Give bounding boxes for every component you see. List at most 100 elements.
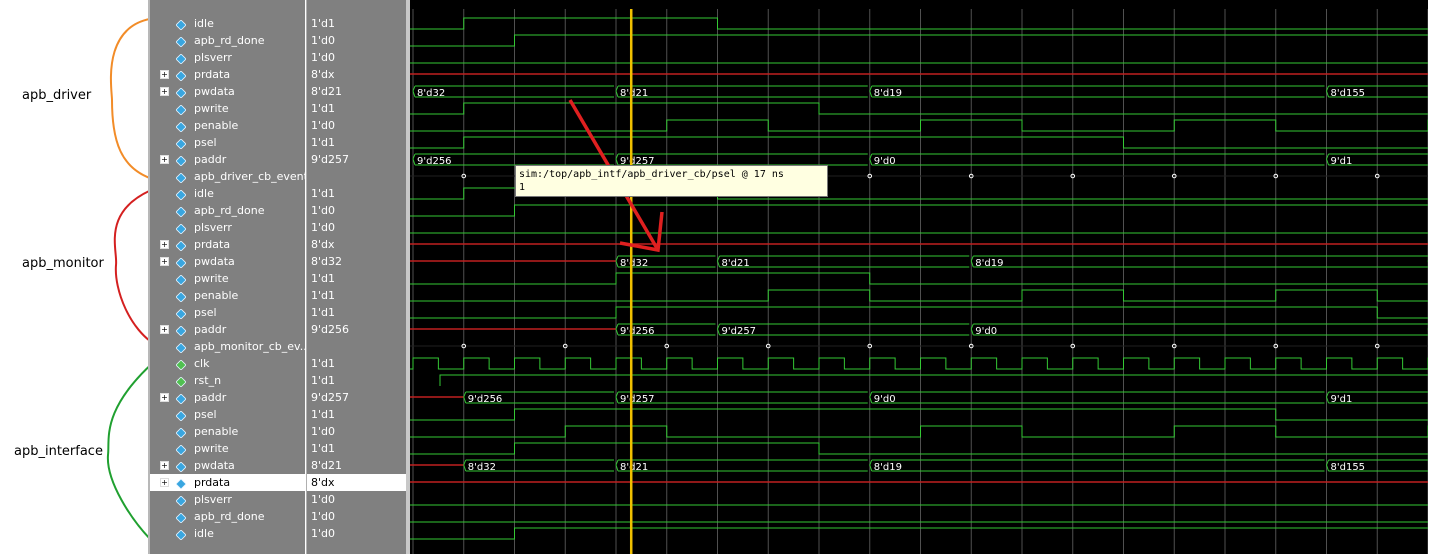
signal-row[interactable]: + prdata xyxy=(150,236,307,253)
signal-row[interactable]: apb_rd_done xyxy=(150,508,307,525)
signal-row[interactable]: idle xyxy=(150,525,307,542)
signal-row[interactable]: idle xyxy=(150,185,307,202)
signal-value-row[interactable]: 1'd1 xyxy=(307,372,407,389)
expand-icon[interactable]: + xyxy=(160,240,169,249)
signal-value-row[interactable] xyxy=(307,338,407,355)
signal-row[interactable]: clk xyxy=(150,355,307,372)
signal-name: apb_driver_cb_event xyxy=(194,170,308,183)
signal-row[interactable]: + paddr xyxy=(150,151,307,168)
waveform-trace[interactable] xyxy=(439,374,1428,386)
signal-value-row[interactable]: 1'd1 xyxy=(307,355,407,372)
group-brackets xyxy=(106,18,150,541)
waveform-trace[interactable] xyxy=(410,343,1428,349)
signal-row[interactable]: penable xyxy=(150,287,307,304)
signal-names-pane[interactable]: idle apb_rd_done plsverr + prdata + pwdata pwri… xyxy=(148,0,310,554)
green-diamond-icon xyxy=(175,375,187,388)
signal-value-row[interactable] xyxy=(307,168,407,185)
bus-value-label: 8'd32 xyxy=(417,88,445,99)
signal-row[interactable]: psel xyxy=(150,304,307,321)
signal-value-row[interactable]: 8'dx xyxy=(307,474,407,491)
signal-value-row[interactable]: 8'd32 xyxy=(307,253,407,270)
signal-value-row[interactable]: 1'd0 xyxy=(307,49,407,66)
expand-icon[interactable]: + xyxy=(160,70,169,79)
signal-row[interactable]: + pwdata xyxy=(150,83,307,100)
signal-value-row[interactable]: 8'dx xyxy=(307,66,407,83)
bus-value-label: 9'd0 xyxy=(975,326,997,337)
scrollbar-gutter[interactable] xyxy=(1428,0,1447,554)
signal-row[interactable]: penable xyxy=(150,423,307,440)
signal-value: 9'd257 xyxy=(311,391,350,404)
signal-value-row[interactable]: 8'dx xyxy=(307,236,407,253)
timeline-bar xyxy=(410,7,1447,9)
bus-value-label: 8'd19 xyxy=(874,462,902,473)
signal-row[interactable]: + prdata xyxy=(150,474,307,491)
expand-icon[interactable]: + xyxy=(160,478,169,487)
expand-icon[interactable]: + xyxy=(160,325,169,334)
signal-row[interactable]: + paddr xyxy=(150,389,307,406)
signal-value-row[interactable]: 1'd0 xyxy=(307,508,407,525)
signal-row[interactable]: apb_rd_done xyxy=(150,32,307,49)
signal-row[interactable]: rst_n xyxy=(150,372,307,389)
bus-value-label: 9'd256 xyxy=(417,156,452,167)
waveform-trace[interactable] xyxy=(410,119,1428,132)
signal-value-row[interactable]: 1'd1 xyxy=(307,304,407,321)
signal-value-row[interactable]: 1'd0 xyxy=(307,525,407,542)
signal-value-row[interactable]: 1'd0 xyxy=(307,32,407,49)
signal-row[interactable]: penable xyxy=(150,117,307,134)
waveform-trace[interactable] xyxy=(410,357,1428,370)
signal-value-row[interactable]: 1'd1 xyxy=(307,134,407,151)
signal-value-row[interactable]: 1'd1 xyxy=(307,406,407,423)
expand-icon[interactable]: + xyxy=(160,87,169,96)
waveform-canvas[interactable]: 8'd328'd218'd198'd1558'd369'd2569'd2579'… xyxy=(410,0,1428,554)
signal-row[interactable]: + pwdata xyxy=(150,253,307,270)
signal-value-row[interactable]: 8'd21 xyxy=(307,457,407,474)
signal-row[interactable]: + paddr xyxy=(150,321,307,338)
signal-row[interactable]: idle xyxy=(150,15,307,32)
signal-row[interactable]: pwrite xyxy=(150,440,307,457)
signal-row[interactable]: apb_monitor_cb_ev... xyxy=(150,338,310,355)
signal-value-row[interactable]: 8'd21 xyxy=(307,83,407,100)
signal-value-row[interactable]: 1'd0 xyxy=(307,117,407,134)
expand-icon[interactable]: + xyxy=(160,155,169,164)
blue-diamond-icon xyxy=(175,35,187,48)
signal-row[interactable]: pwrite xyxy=(150,270,307,287)
signal-value-row[interactable]: 1'd1 xyxy=(307,100,407,117)
expand-icon[interactable]: + xyxy=(160,461,169,470)
signal-values-pane[interactable]: 1'd1 1'd0 1'd0 8'dx 8'd21 1'd1 1'd0 1'd1 9'd257 1… xyxy=(306,0,407,554)
waveform-trace[interactable] xyxy=(410,408,1428,421)
expand-icon[interactable]: + xyxy=(160,257,169,266)
blue-diamond-icon xyxy=(175,69,187,82)
signal-value-row[interactable]: 1'd0 xyxy=(307,423,407,440)
group-label-apb-interface: apb_interface xyxy=(14,444,103,459)
signal-row[interactable]: apb_driver_cb_event xyxy=(150,168,308,185)
signal-value-row[interactable]: 1'd1 xyxy=(307,270,407,287)
signal-value-row[interactable]: 1'd1 xyxy=(307,15,407,32)
signal-row[interactable]: plsverr xyxy=(150,49,307,66)
signal-value-row[interactable]: 1'd0 xyxy=(307,491,407,508)
waveform-trace[interactable] xyxy=(410,289,1428,302)
signal-value-row[interactable]: 1'd0 xyxy=(307,219,407,236)
waveform-pane[interactable]: 8'd328'd218'd198'd1558'd369'd2569'd2579'… xyxy=(410,0,1428,554)
signal-value-row[interactable]: 1'd1 xyxy=(307,185,407,202)
signal-value: 1'd0 xyxy=(311,34,336,47)
expand-icon[interactable]: + xyxy=(160,393,169,402)
signal-row[interactable]: + prdata xyxy=(150,66,307,83)
signal-row[interactable]: psel xyxy=(150,134,307,151)
waveform-trace[interactable] xyxy=(410,425,1428,438)
signal-value-row[interactable]: 1'd1 xyxy=(307,287,407,304)
signal-value: 1'd0 xyxy=(311,510,336,523)
signal-row[interactable]: plsverr xyxy=(150,491,307,508)
signal-value-row[interactable]: 9'd256 xyxy=(307,321,407,338)
signal-value-row[interactable]: 9'd257 xyxy=(307,151,407,168)
signal-row[interactable]: pwrite xyxy=(150,100,307,117)
apb-interface-bracket xyxy=(106,364,150,541)
signal-row[interactable]: plsverr xyxy=(150,219,307,236)
signal-value-row[interactable]: 1'd0 xyxy=(307,202,407,219)
signal-name: psel xyxy=(194,136,217,149)
signal-value-row[interactable]: 9'd257 xyxy=(307,389,407,406)
bus-value-label: 8'd21 xyxy=(620,462,648,473)
signal-row[interactable]: psel xyxy=(150,406,307,423)
signal-row[interactable]: + pwdata xyxy=(150,457,307,474)
signal-row[interactable]: apb_rd_done xyxy=(150,202,307,219)
signal-value-row[interactable]: 1'd1 xyxy=(307,440,407,457)
